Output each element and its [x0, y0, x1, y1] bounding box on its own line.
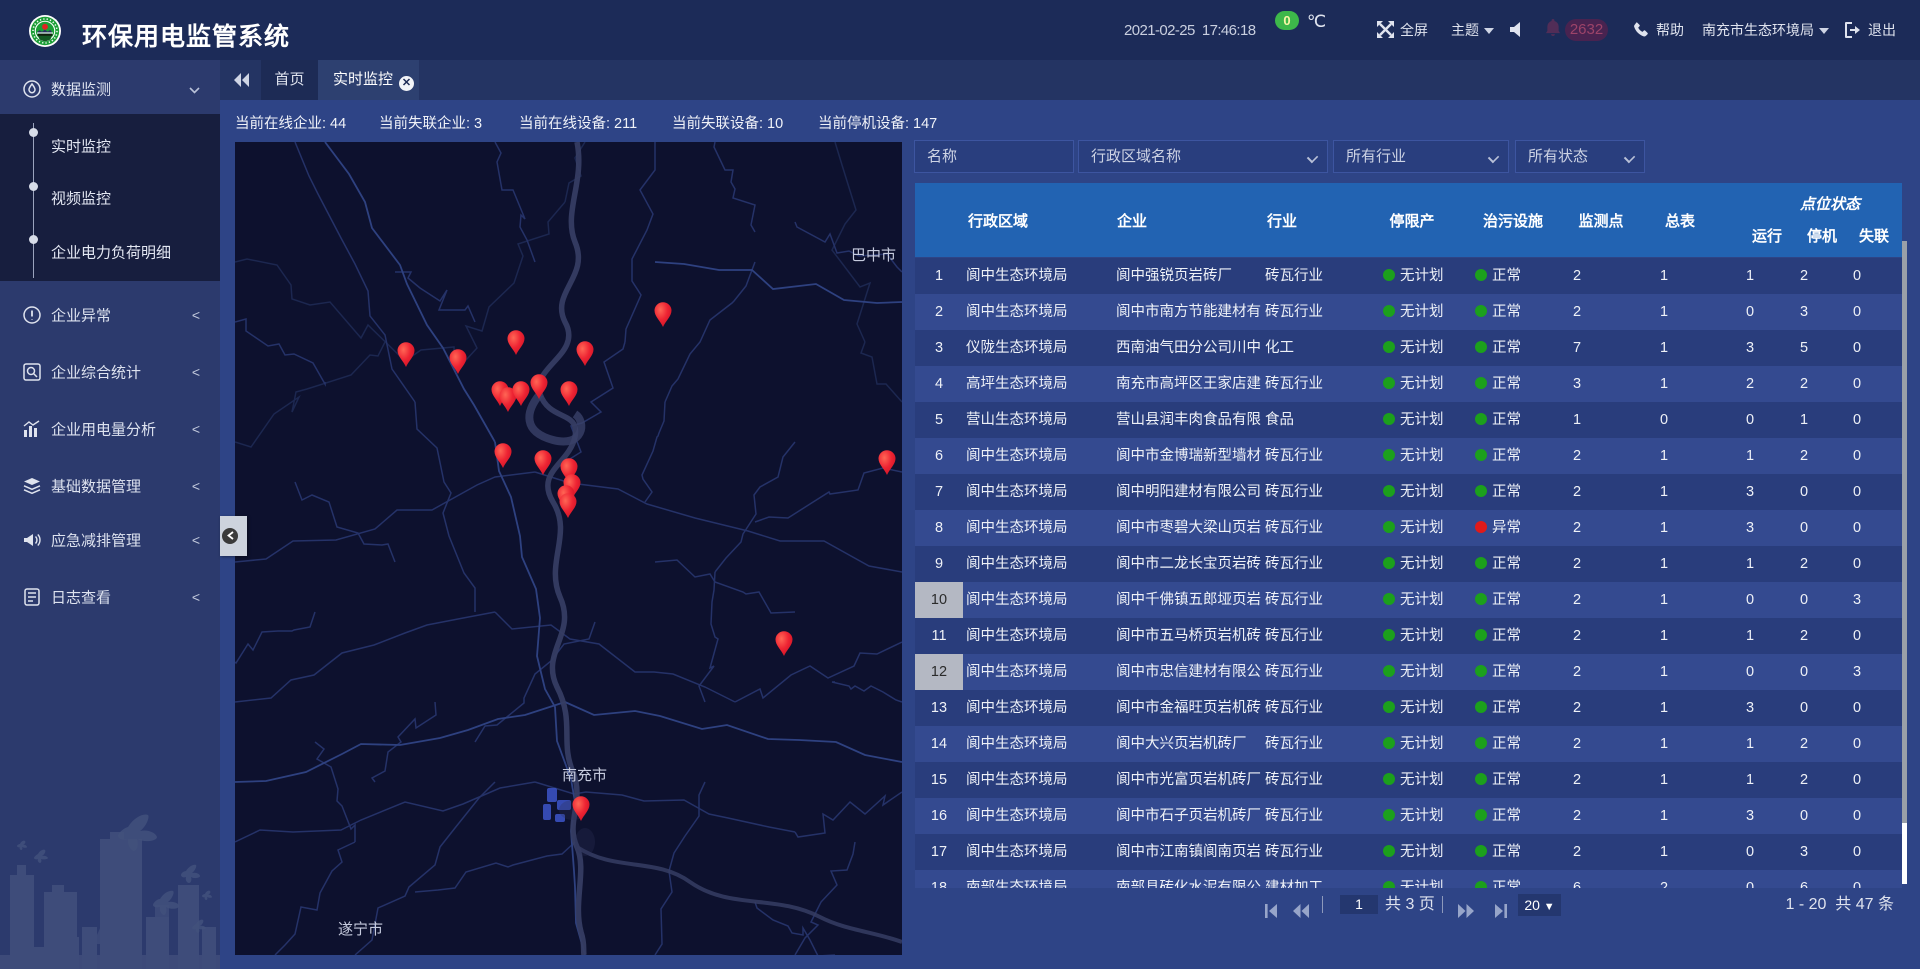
svg-text:南充市: 南充市 [562, 767, 607, 784]
svg-text:遂宁市: 遂宁市 [338, 921, 383, 938]
svg-text:巴中市: 巴中市 [851, 247, 896, 264]
